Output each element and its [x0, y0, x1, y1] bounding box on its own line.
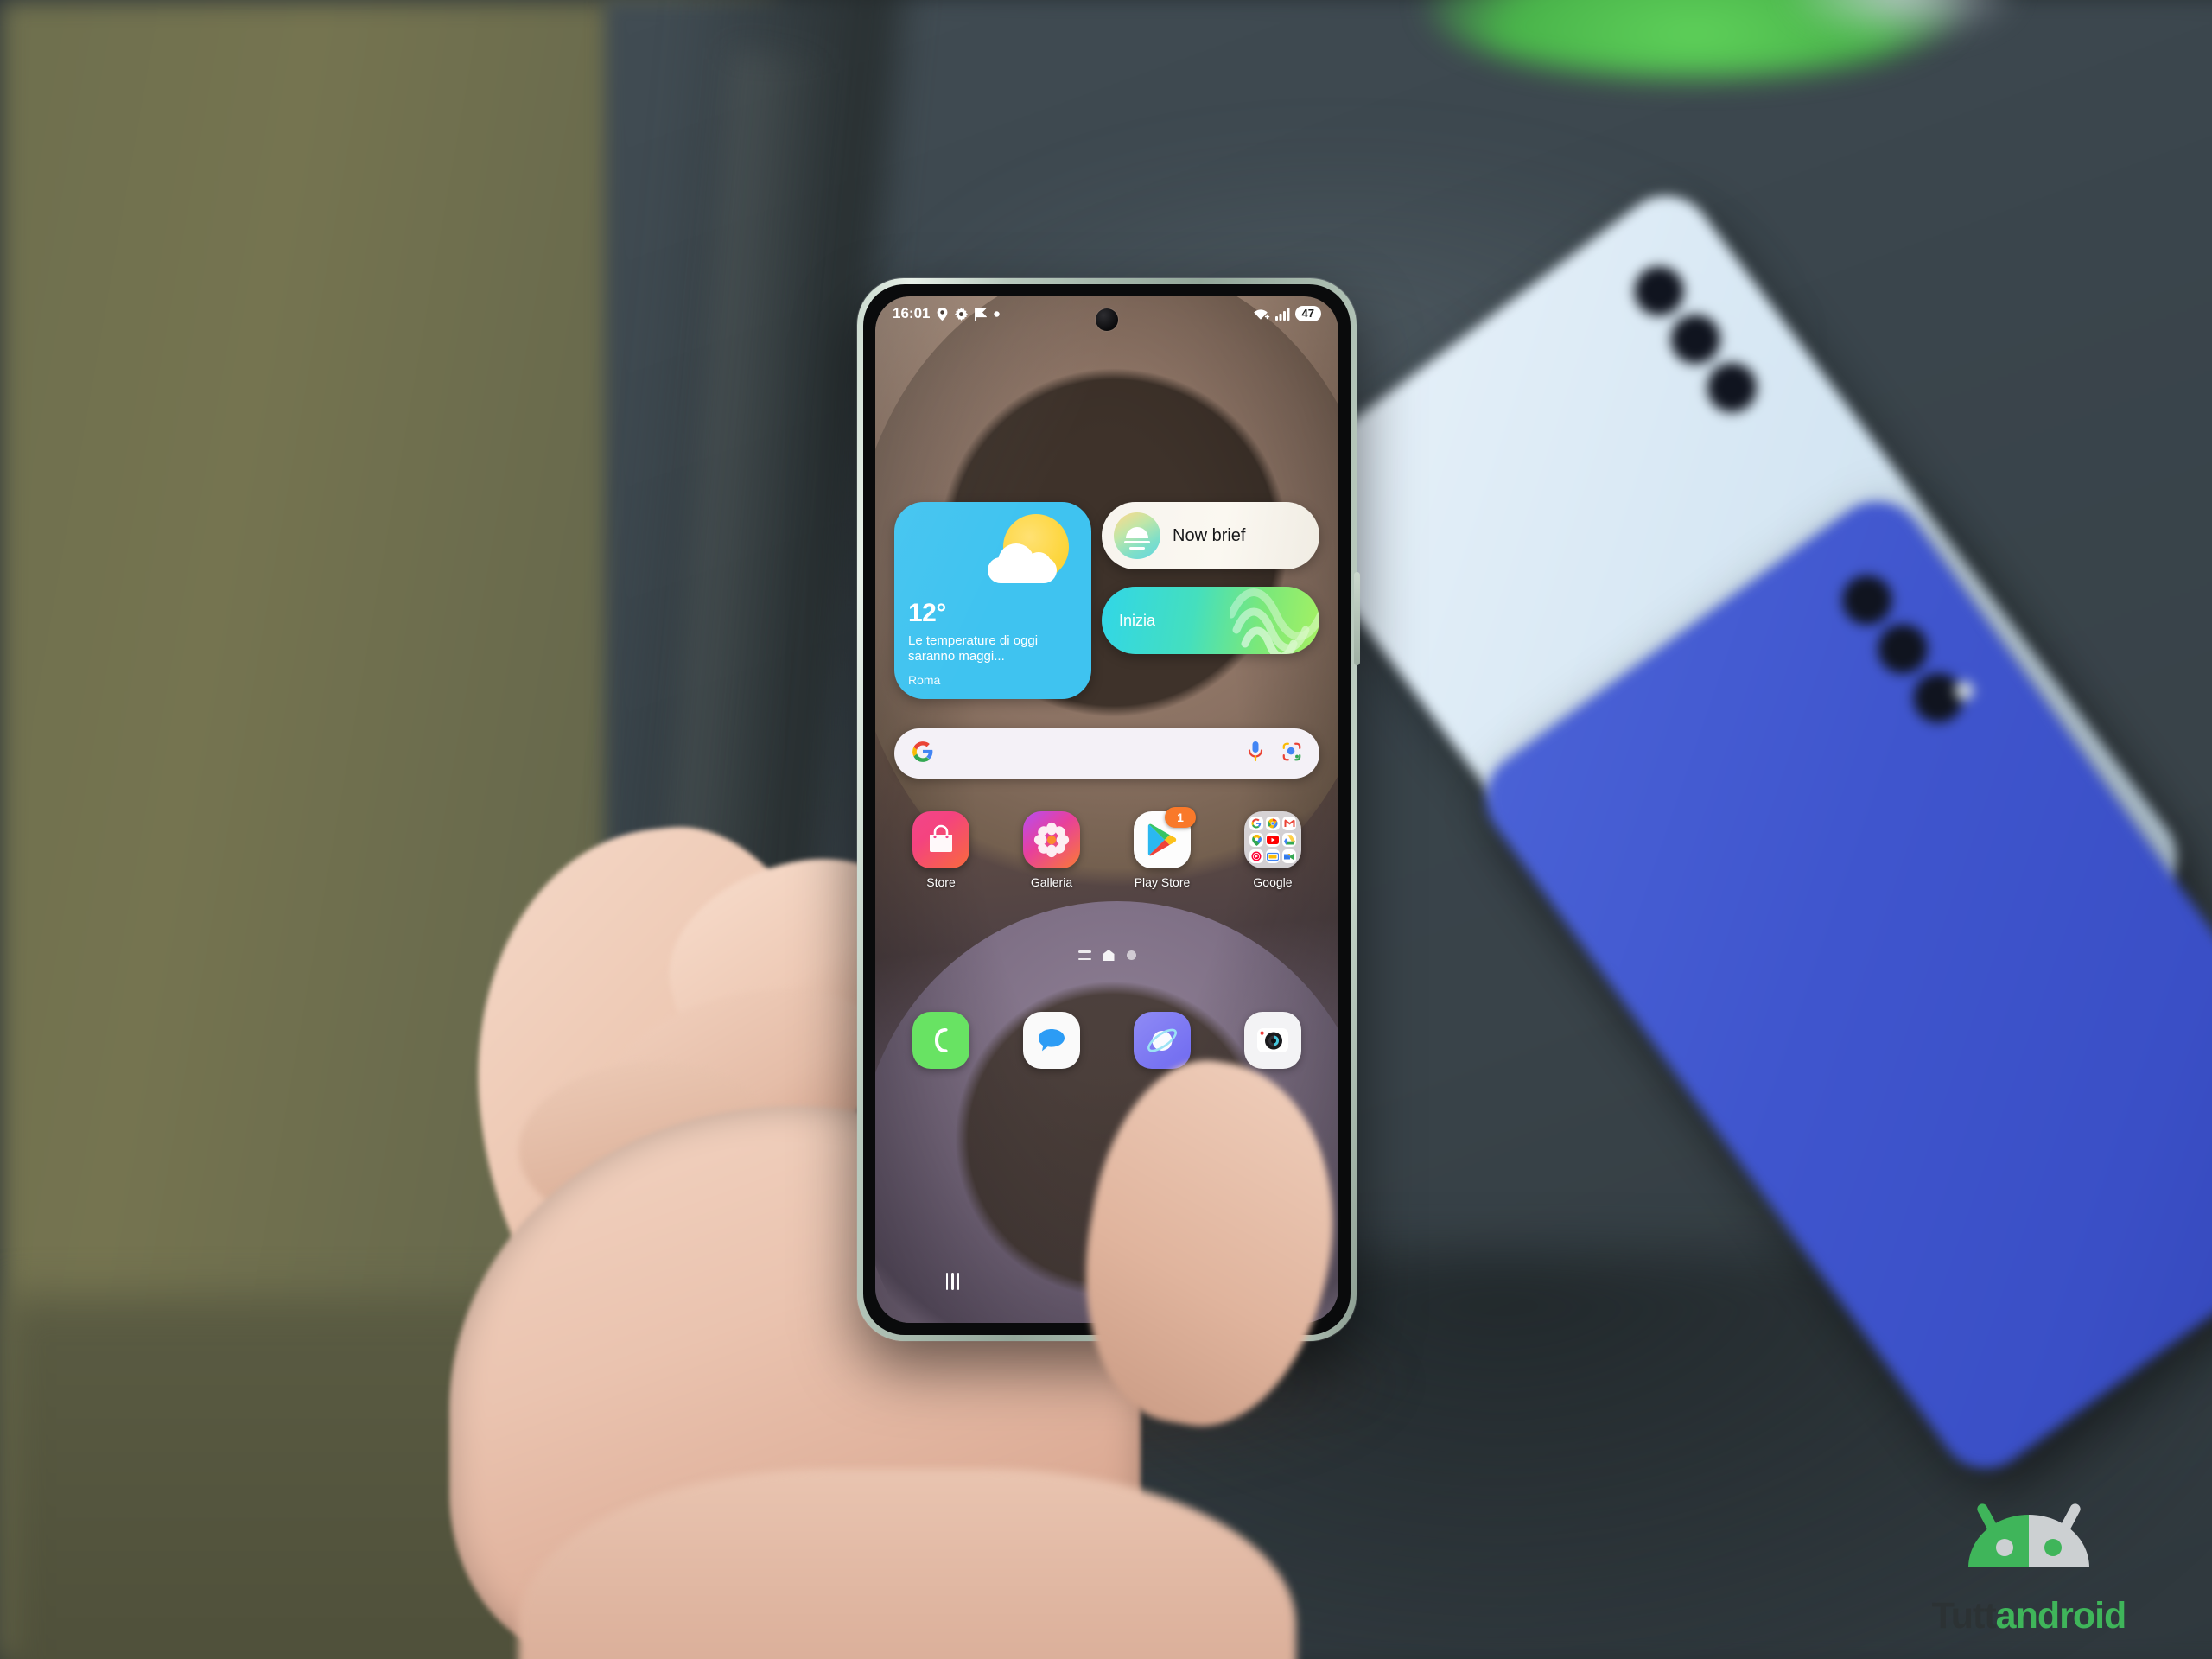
- status-time: 16:01: [893, 305, 931, 321]
- battery-percent: 47: [1294, 305, 1321, 322]
- google-search-icon: [1249, 817, 1263, 830]
- front-camera-icon: [1096, 308, 1118, 331]
- gmail-icon: [1282, 817, 1296, 830]
- dock: [886, 1012, 1328, 1069]
- chat-bubble-icon[interactable]: [1023, 1012, 1080, 1069]
- app-label: Galleria: [1030, 875, 1073, 889]
- samsung-store-icon: [912, 811, 969, 868]
- microphone-icon[interactable]: [1247, 741, 1264, 767]
- apps-list-icon[interactable]: [1077, 950, 1091, 960]
- watermark-text: Tuttandroid: [1891, 1598, 2167, 1635]
- drive-icon: [1282, 833, 1296, 847]
- play-flag-icon: [975, 307, 988, 321]
- maps-icon: [1249, 833, 1263, 847]
- google-lens-icon[interactable]: [1281, 741, 1302, 766]
- status-bar-left: 16:01: [893, 305, 1001, 322]
- wave-rings-icon: [1230, 588, 1319, 654]
- google-tv-icon: [1266, 849, 1280, 863]
- sunrise-icon: [1114, 512, 1160, 559]
- location-pin-icon: [937, 307, 948, 321]
- inizia-label: Inizia: [1119, 611, 1156, 629]
- camera-lenses-icon: [1624, 257, 1766, 422]
- gallery-flower-icon: [1023, 811, 1080, 868]
- inizia-widget[interactable]: Inizia: [1102, 587, 1319, 654]
- watermark-text-green: android: [1995, 1595, 2127, 1637]
- signal-bars-icon: [1274, 307, 1290, 321]
- phone-handset-icon[interactable]: [912, 1012, 969, 1069]
- page-indicator: [875, 950, 1338, 961]
- app-google-folder[interactable]: Google: [1225, 811, 1320, 889]
- sun-behind-cloud-icon: [984, 512, 1079, 587]
- youtube-music-icon: [1249, 849, 1263, 863]
- photo-scene: 16:01 47 12° Le temperature di oggi sara…: [0, 0, 2212, 1659]
- android-head-icon: [1947, 1499, 2111, 1594]
- app-label: Store: [926, 875, 956, 889]
- google-folder-icon: [1244, 811, 1301, 868]
- weather-city: Roma: [908, 673, 941, 687]
- page-dot-icon[interactable]: [1126, 950, 1136, 960]
- camera-lens-icon[interactable]: [1244, 1012, 1301, 1069]
- wifi-icon: [1253, 307, 1270, 321]
- weather-temperature: 12°: [908, 599, 946, 627]
- home-page-icon[interactable]: [1103, 950, 1115, 961]
- watermark: Tuttandroid: [1891, 1499, 2167, 1635]
- widget-area: 12° Le temperature di oggi saranno maggi…: [894, 502, 1319, 699]
- notification-badge: 1: [1165, 807, 1196, 828]
- weather-widget[interactable]: 12° Le temperature di oggi saranno maggi…: [894, 502, 1091, 699]
- google-g-icon: [912, 741, 934, 767]
- app-grid: Store Galleria 1 Play Store Google: [886, 807, 1328, 889]
- google-search-bar[interactable]: [894, 728, 1319, 779]
- app-label: Google: [1253, 875, 1293, 889]
- status-bar-right: 47: [1253, 305, 1321, 322]
- app-play-store[interactable]: 1 Play Store: [1115, 807, 1210, 889]
- recents-bars-icon[interactable]: [922, 1264, 982, 1299]
- planet-browser-icon[interactable]: [1134, 1012, 1191, 1069]
- camera-lenses-icon: [1833, 566, 1973, 732]
- app-label: Play Store: [1134, 875, 1191, 889]
- power-button[interactable]: [1354, 572, 1360, 665]
- widget-column: Now brief Inizia: [1102, 502, 1319, 699]
- weather-description: Le temperature di oggi saranno maggi...: [908, 633, 1039, 664]
- app-store[interactable]: Store: [893, 811, 988, 889]
- app-galleria[interactable]: Galleria: [1004, 811, 1099, 889]
- now-brief-label: Now brief: [1173, 525, 1246, 545]
- now-brief-widget[interactable]: Now brief: [1102, 502, 1319, 569]
- youtube-icon: [1266, 833, 1280, 847]
- gear-icon: [955, 307, 969, 321]
- dot-icon: [994, 310, 1001, 317]
- watermark-text-dark: Tutt: [1931, 1595, 1997, 1637]
- chrome-icon: [1266, 817, 1280, 830]
- meet-icon: [1282, 849, 1296, 863]
- search-actions: [1247, 741, 1302, 767]
